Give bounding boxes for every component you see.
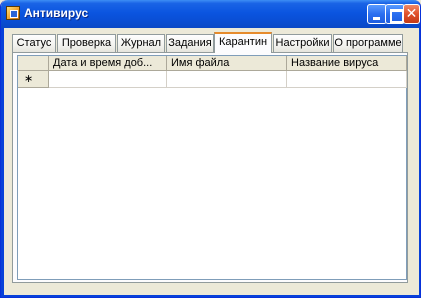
close-button[interactable]: ✕ <box>403 4 420 24</box>
window-title: Антивирус <box>24 6 89 20</box>
grid-corner-header[interactable] <box>18 56 49 71</box>
tab-status[interactable]: Статус <box>12 34 56 52</box>
tab-log[interactable]: Журнал <box>117 34 165 52</box>
tab-tasks[interactable]: Задания <box>166 34 214 52</box>
column-header-filename[interactable]: Имя файла <box>167 56 287 71</box>
maximize-button[interactable] <box>385 4 405 24</box>
new-row-header[interactable]: ∗ <box>18 71 49 88</box>
new-row-cell-virus-name[interactable] <box>287 71 407 88</box>
new-row-cell-filename[interactable] <box>167 71 287 88</box>
main-window: Антивирус ✕ Статус Проверка Журнал Задан… <box>0 0 421 298</box>
tab-scan[interactable]: Проверка <box>57 34 116 52</box>
tab-settings[interactable]: Настройки <box>273 34 332 52</box>
window-border-left <box>1 28 4 297</box>
close-icon: ✕ <box>405 6 418 22</box>
quarantine-grid[interactable]: Дата и время доб... Имя файла Название в… <box>17 55 407 280</box>
minimize-button[interactable] <box>367 4 387 24</box>
tab-quarantine[interactable]: Карантин <box>214 32 272 53</box>
app-icon[interactable] <box>6 6 20 20</box>
tab-about[interactable]: О программе <box>333 34 403 52</box>
title-bar[interactable]: Антивирус ✕ <box>1 0 420 28</box>
column-header-virus-name[interactable]: Название вируса <box>287 56 407 71</box>
column-header-date[interactable]: Дата и время доб... <box>49 56 167 71</box>
new-row-cell-date[interactable] <box>49 71 167 88</box>
